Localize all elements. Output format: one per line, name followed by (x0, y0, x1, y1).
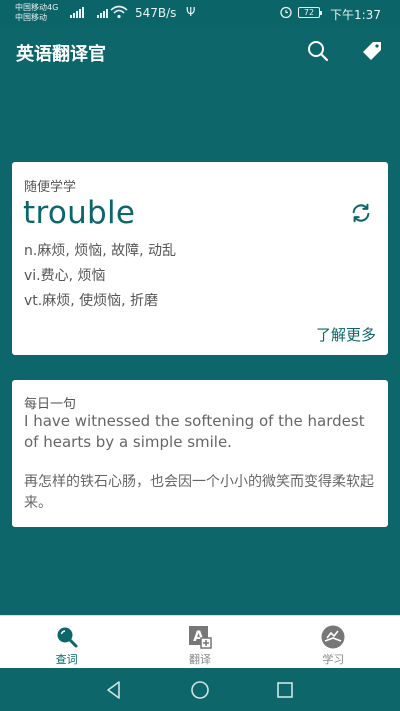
tag-icon (363, 42, 381, 60)
search-icon (308, 41, 329, 62)
search-icon (57, 627, 78, 648)
app-bar: 英语翻译官 (0, 27, 400, 75)
quote-chinese: 再怎样的铁石心肠，也会因一个小小的微笑而变得柔软起来。 (24, 474, 374, 511)
quote-english: I have witnessed the softening of the ha… (24, 412, 365, 451)
clock: 下午1:37 (330, 8, 381, 22)
nav-label-study: 学习 (322, 653, 345, 666)
meanings-list: n.麻烦, 烦恼, 故障, 动乱 vi.费心, 烦恼 vt.麻烦, 使烦恼, 折… (24, 241, 176, 316)
status-bar: 中国移动4G 中国移动 547B/s Ψ 72 下午1:37 (0, 0, 400, 27)
back-icon[interactable] (104, 680, 124, 700)
alarm-icon (280, 6, 292, 19)
carrier-line-1: 中国移动4G (15, 3, 59, 12)
nav-item-study[interactable]: 学习 (267, 616, 400, 668)
usb-icon: Ψ (186, 5, 196, 19)
carrier-line-2: 中国移动 (15, 13, 47, 22)
nav-label-lookup: 查词 (55, 653, 78, 666)
learn-more-link[interactable]: 了解更多 (316, 324, 376, 345)
refresh-button[interactable] (350, 202, 372, 224)
battery-icon: 72 (298, 7, 322, 18)
refresh-icon (352, 203, 370, 223)
recents-icon[interactable] (275, 680, 295, 700)
daily-quote-card: 每日一句 I have witnessed the softening of t… (12, 380, 388, 527)
system-nav-bar (0, 668, 400, 711)
home-icon[interactable] (190, 680, 210, 700)
tag-button[interactable] (360, 39, 384, 63)
nav-item-translate[interactable]: A 翻译 (133, 616, 266, 668)
translate-icon: A (188, 626, 212, 649)
network-speed: 547B/s (135, 6, 177, 20)
meaning-item: n.麻烦, 烦恼, 故障, 动乱 (24, 243, 177, 259)
nav-item-lookup[interactable]: 查词 (0, 616, 133, 668)
word: trouble (23, 195, 136, 231)
study-icon (321, 625, 345, 649)
wifi-icon (110, 5, 128, 19)
search-button[interactable] (306, 39, 330, 63)
signal-icon-2 (97, 7, 108, 18)
word-card-label: 随便学学 (24, 180, 77, 195)
quote-card-label: 每日一句 (24, 397, 77, 412)
carrier-info: 中国移动4G 中国移动 (15, 3, 58, 23)
word-card: 随便学学 trouble n.麻烦, 烦恼, 故障, 动乱 vi.费心, 烦恼 … (12, 162, 388, 355)
meaning-item: vt.麻烦, 使烦恼, 折磨 (24, 293, 159, 309)
nav-label-translate: 翻译 (188, 653, 211, 666)
bottom-nav: 查词 A 翻译 学习 (0, 615, 400, 668)
app-title: 英语翻译官 (16, 44, 106, 65)
signal-icon (70, 7, 84, 18)
meaning-item: vi.费心, 烦恼 (24, 268, 106, 284)
